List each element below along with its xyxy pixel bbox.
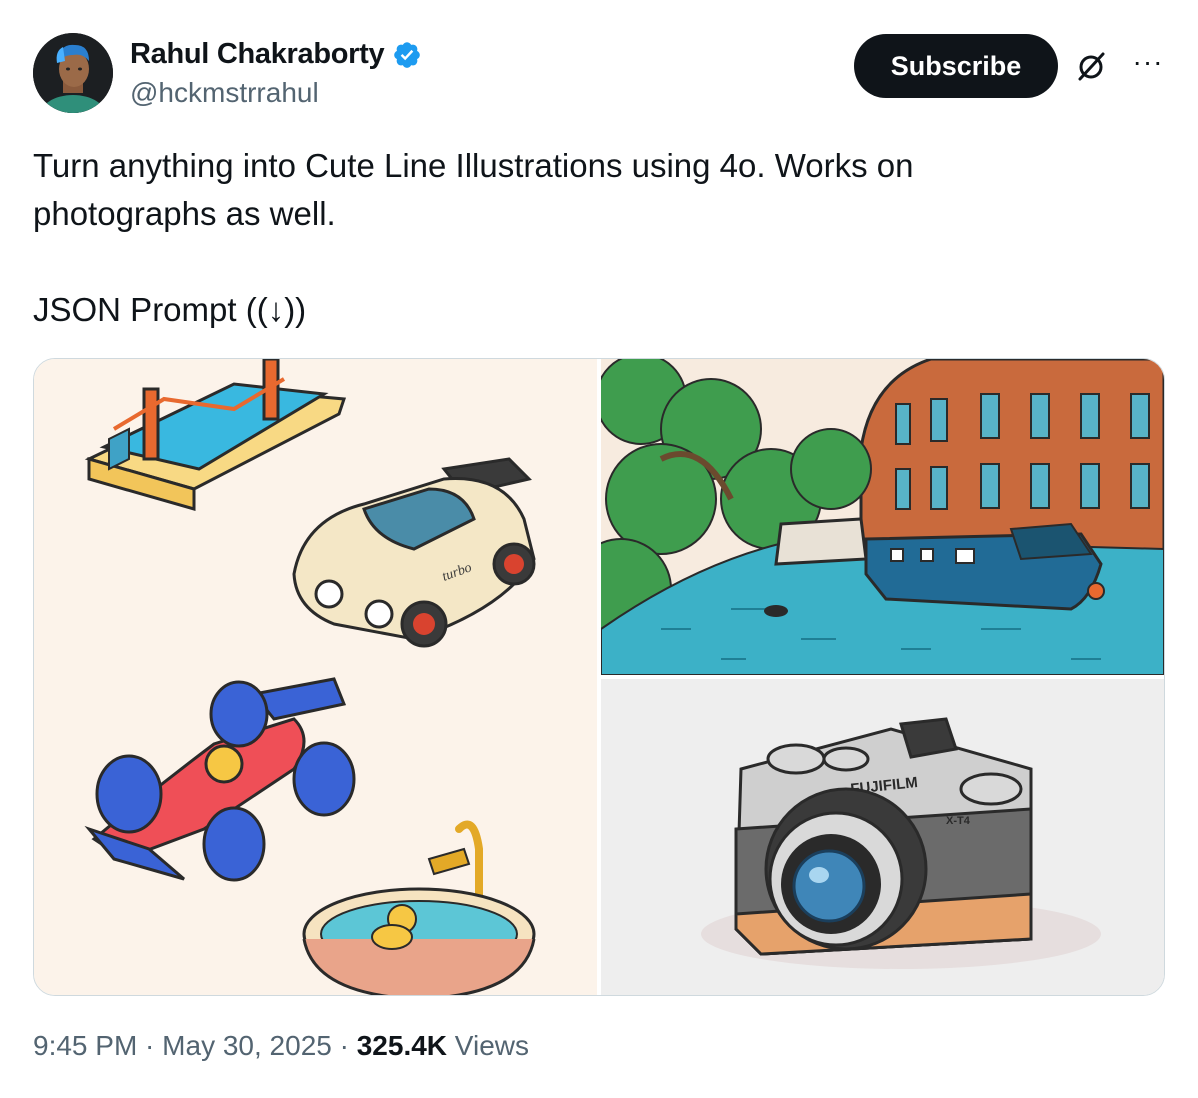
meta-separator: · [331,1030,357,1061]
tweet-text-line: JSON Prompt ((↓)) [33,291,307,328]
canal-illustration [601,359,1164,675]
verified-badge-icon[interactable] [392,40,422,70]
tweet-text-line: Turn anything into Cute Line Illustratio… [33,147,914,184]
views-label: Views [447,1030,529,1061]
author-handle[interactable]: @hckmstrrahul [130,77,319,109]
media-image-canal[interactable] [601,359,1164,675]
media-grid[interactable]: turbo FUJIFILM X-T4 [33,358,1165,996]
media-image-camera[interactable]: FUJIFILM X-T4 [601,679,1164,995]
views-count[interactable]: 325.4K [357,1030,447,1061]
tweet-meta: 9:45 PM · May 30, 2025 · 325.4K Views [33,1030,529,1062]
author-name-row[interactable]: Rahul Chakraborty [130,38,422,71]
bridge-illustration [84,359,347,511]
car-illustration: turbo [292,457,536,648]
camera-illustration: FUJIFILM X-T4 [601,679,1164,995]
more-options-icon[interactable]: ··· [1130,48,1166,80]
avatar[interactable] [33,33,113,113]
toys-illustration: turbo [84,359,536,995]
bathtub-illustration [302,820,536,995]
tweet-date[interactable]: May 30, 2025 [162,1030,332,1061]
tweet-time[interactable]: 9:45 PM [33,1030,137,1061]
meta-separator: · [137,1030,163,1061]
camera-model-label: X-T4 [946,815,971,827]
tweet-text-line: photographs as well. [33,195,336,232]
author-display-name[interactable]: Rahul Chakraborty [130,38,385,71]
subscribe-button[interactable]: Subscribe [854,34,1058,98]
tweet-text: Turn anything into Cute Line Illustratio… [33,142,1153,334]
grok-icon[interactable] [1074,50,1108,84]
race-car-illustration [84,677,356,882]
avatar-photo [33,33,113,113]
media-image-toys[interactable]: turbo [34,359,597,995]
